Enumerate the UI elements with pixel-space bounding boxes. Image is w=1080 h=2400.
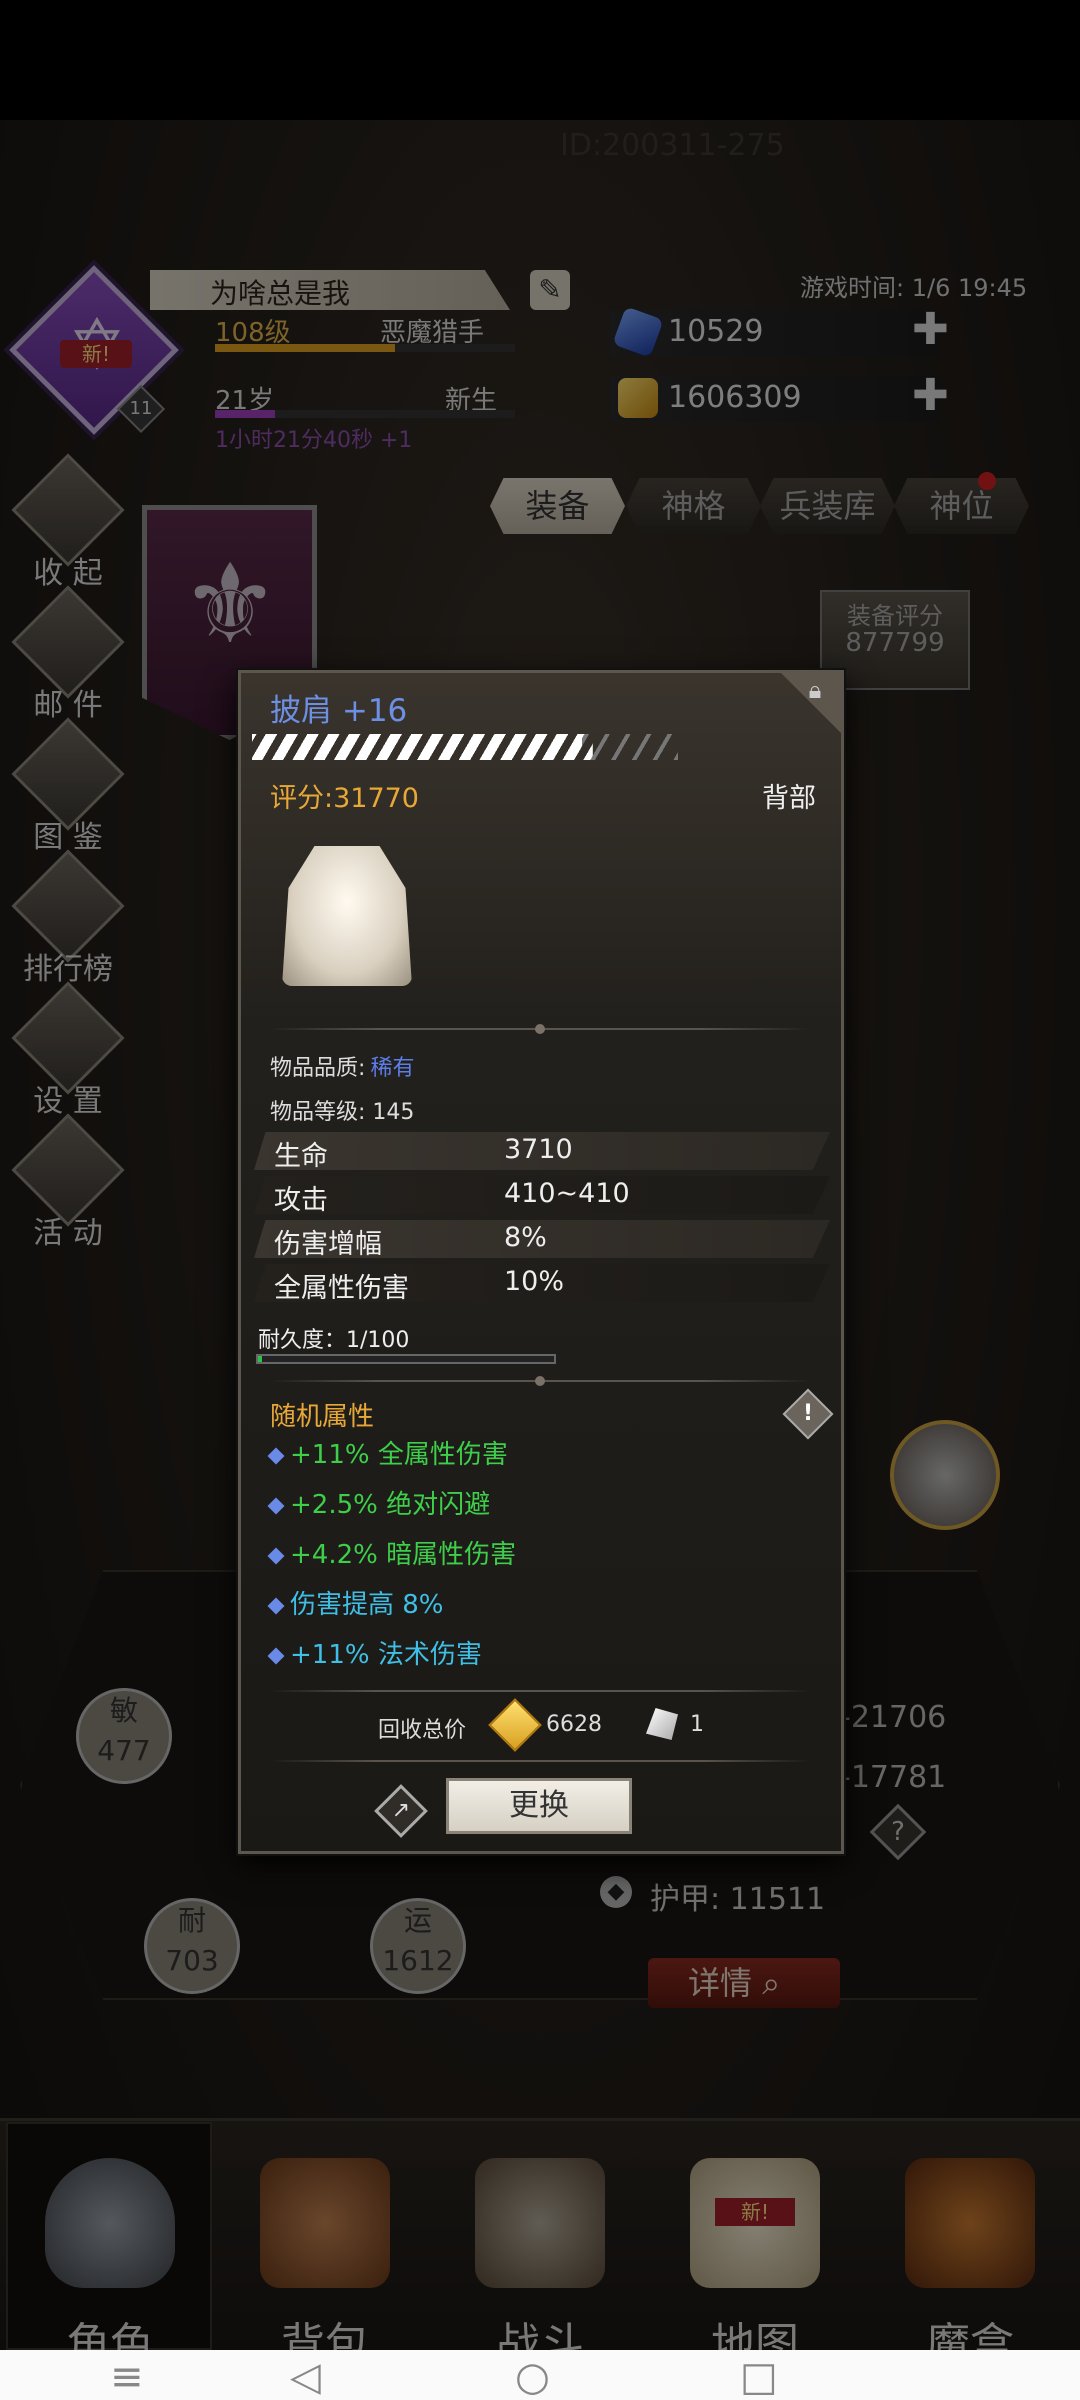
item-title: 披肩 +16	[270, 693, 408, 729]
affix-text: +2.5% 绝对闪避	[290, 1490, 491, 1520]
item-quality-value: 稀有	[370, 1056, 415, 1081]
divider-ornament	[535, 1024, 545, 1034]
affix-text: +11% 全属性伤害	[290, 1440, 508, 1470]
diamond-bullet-icon	[267, 1547, 285, 1564]
stat-value: 3710	[504, 1134, 573, 1165]
affix-text: +4.2% 暗属性伤害	[290, 1540, 517, 1570]
affix-line: 伤害提高 8%	[267, 1584, 444, 1621]
sell-gold-amount: 6628	[546, 1712, 602, 1737]
recents-icon[interactable]: □	[740, 2354, 778, 2400]
stat-name: 攻击	[274, 1185, 328, 1216]
exclamation-icon: !	[802, 1401, 814, 1426]
lock-icon[interactable]: 🔒︎	[800, 676, 830, 706]
item-slot: 背部	[762, 783, 816, 814]
back-icon[interactable]: ◁	[290, 2354, 321, 2400]
divider	[270, 1760, 810, 1762]
replace-button[interactable]: 更换	[446, 1778, 632, 1834]
diamond-bullet-icon	[267, 1647, 285, 1664]
durability-bar	[256, 1354, 556, 1364]
item-quality-label: 物品品质:	[270, 1056, 366, 1081]
durability-label: 耐久度：1/100	[258, 1328, 410, 1353]
home-icon[interactable]: ○	[515, 2354, 550, 2400]
system-nav-bar: ≡ ◁ ○ □	[0, 2350, 1080, 2400]
diamond-bullet-icon	[267, 1597, 285, 1614]
stat-name: 生命	[274, 1141, 328, 1172]
diamond-bullet-icon	[267, 1497, 285, 1514]
divider-ornament	[535, 1376, 545, 1386]
item-score: 评分:31770	[270, 783, 419, 814]
cape-item-icon	[282, 846, 412, 986]
diamond-bullet-icon	[267, 1447, 285, 1464]
stat-value: 410~410	[504, 1178, 630, 1209]
stat-name: 全属性伤害	[274, 1273, 409, 1304]
durability-bar-fill	[258, 1356, 262, 1362]
affix-text: 伤害提高 8%	[290, 1590, 444, 1620]
sell-price-label: 回收总价	[378, 1718, 467, 1743]
stat-name: 伤害增幅	[274, 1229, 382, 1260]
item-level: 物品等级: 145	[270, 1100, 415, 1125]
affix-line: +11% 全属性伤害	[267, 1434, 508, 1471]
sell-crystal-amount: 1	[690, 1712, 704, 1737]
menu-icon[interactable]: ≡	[110, 2354, 144, 2400]
divider	[270, 1690, 810, 1692]
stat-value: 8%	[504, 1222, 547, 1253]
random-attributes-title: 随机属性	[270, 1402, 375, 1432]
affix-line: +11% 法术伤害	[267, 1634, 482, 1671]
enhance-progress-remaining	[582, 734, 678, 760]
share-icon: ↗	[391, 1798, 411, 1823]
status-bar	[0, 0, 1080, 120]
affix-line: +4.2% 暗属性伤害	[267, 1534, 517, 1571]
item-quality: 物品品质: 稀有	[270, 1050, 415, 1082]
affix-line: +2.5% 绝对闪避	[267, 1484, 491, 1521]
affix-text: +11% 法术伤害	[290, 1640, 482, 1670]
stat-value: 10%	[504, 1266, 565, 1297]
